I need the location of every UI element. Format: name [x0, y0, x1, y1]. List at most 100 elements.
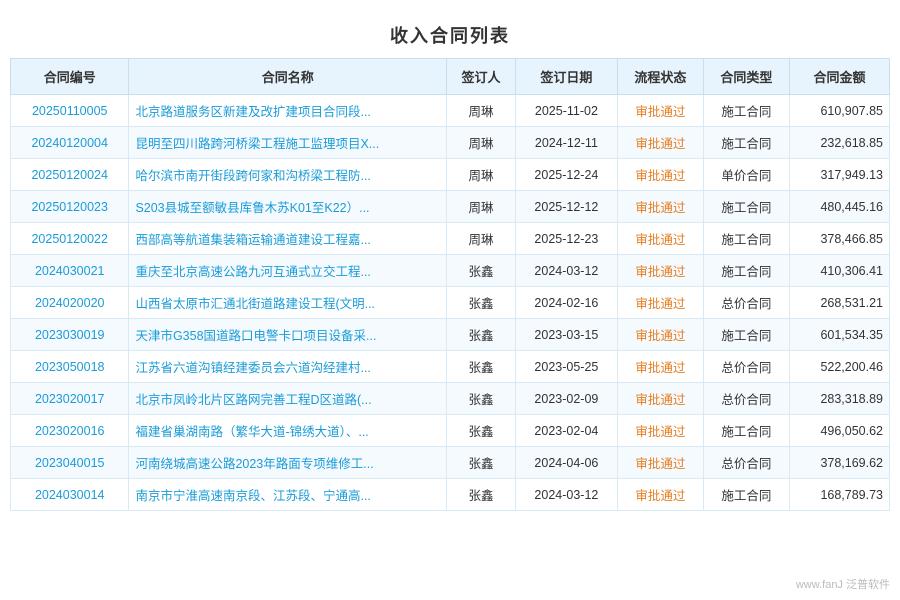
contract-type: 施工合同 [703, 127, 789, 159]
contract-name[interactable]: 昆明至四川路跨河桥梁工程施工监理项目X... [129, 127, 447, 159]
contract-name[interactable]: 天津市G358国道路口电警卡口项目设备采... [129, 319, 447, 351]
contract-name[interactable]: 福建省巢湖南路（繁华大道-锦绣大道）、... [129, 415, 447, 447]
contract-name[interactable]: 北京市凤岭北片区路网完善工程D区道路(... [129, 383, 447, 415]
contract-name[interactable]: 北京路道服务区新建及改扩建项目合同段... [129, 95, 447, 127]
contract-name[interactable]: S203县城至额敏县库鲁木苏K01至K22）... [129, 191, 447, 223]
contract-name[interactable]: 哈尔滨市南开街段跨何家和沟桥梁工程防... [129, 159, 447, 191]
contract-status: 审批通过 [617, 415, 703, 447]
contract-amount: 378,466.85 [789, 223, 889, 255]
contract-id[interactable]: 20250120023 [11, 191, 129, 223]
contract-amount: 601,534.35 [789, 319, 889, 351]
contract-id[interactable]: 20250120022 [11, 223, 129, 255]
contract-amount: 283,318.89 [789, 383, 889, 415]
contract-id[interactable]: 2023050018 [11, 351, 129, 383]
contract-signer: 周琳 [447, 223, 516, 255]
contract-status: 审批通过 [617, 287, 703, 319]
contract-date: 2025-12-23 [515, 223, 617, 255]
contract-id[interactable]: 20250120024 [11, 159, 129, 191]
contract-amount: 232,618.85 [789, 127, 889, 159]
contract-amount: 378,169.62 [789, 447, 889, 479]
table-row: 20250120024哈尔滨市南开街段跨何家和沟桥梁工程防...周琳2025-1… [11, 159, 890, 191]
contract-type: 施工合同 [703, 319, 789, 351]
contract-date: 2023-02-04 [515, 415, 617, 447]
contract-status: 审批通过 [617, 351, 703, 383]
contract-table: 合同编号 合同名称 签订人 签订日期 流程状态 合同类型 合同金额 202501… [10, 58, 890, 511]
table-row: 2023020017北京市凤岭北片区路网完善工程D区道路(...张鑫2023-0… [11, 383, 890, 415]
contract-date: 2024-02-16 [515, 287, 617, 319]
table-row: 20240120004昆明至四川路跨河桥梁工程施工监理项目X...周琳2024-… [11, 127, 890, 159]
contract-signer: 张鑫 [447, 351, 516, 383]
contract-amount: 410,306.41 [789, 255, 889, 287]
contract-name[interactable]: 山西省太原市汇通北街道路建设工程(文明... [129, 287, 447, 319]
table-row: 2024020020山西省太原市汇通北街道路建设工程(文明...张鑫2024-0… [11, 287, 890, 319]
col-id: 合同编号 [11, 59, 129, 95]
contract-status: 审批通过 [617, 191, 703, 223]
contract-amount: 496,050.62 [789, 415, 889, 447]
contract-id[interactable]: 2023020017 [11, 383, 129, 415]
contract-date: 2024-12-11 [515, 127, 617, 159]
watermark-text: www.fanJ [796, 579, 843, 591]
table-row: 2023040015河南绕城高速公路2023年路面专项维修工...张鑫2024-… [11, 447, 890, 479]
col-name: 合同名称 [129, 59, 447, 95]
table-header: 合同编号 合同名称 签订人 签订日期 流程状态 合同类型 合同金额 [11, 59, 890, 95]
contract-name[interactable]: 江苏省六道沟镇经建委员会六道沟经建村... [129, 351, 447, 383]
table-row: 20250110005北京路道服务区新建及改扩建项目合同段...周琳2025-1… [11, 95, 890, 127]
table-wrapper: 合同编号 合同名称 签订人 签订日期 流程状态 合同类型 合同金额 202501… [0, 58, 900, 511]
contract-type: 施工合同 [703, 479, 789, 511]
col-status: 流程状态 [617, 59, 703, 95]
table-row: 20250120023S203县城至额敏县库鲁木苏K01至K22）...周琳20… [11, 191, 890, 223]
contract-id[interactable]: 20250110005 [11, 95, 129, 127]
contract-status: 审批通过 [617, 95, 703, 127]
table-body: 20250110005北京路道服务区新建及改扩建项目合同段...周琳2025-1… [11, 95, 890, 511]
contract-type: 总价合同 [703, 447, 789, 479]
contract-id[interactable]: 2024030014 [11, 479, 129, 511]
contract-date: 2023-03-15 [515, 319, 617, 351]
contract-name[interactable]: 重庆至北京高速公路九河互通式立交工程... [129, 255, 447, 287]
contract-signer: 周琳 [447, 127, 516, 159]
footer-watermark: www.fanJ 泛普软件 [796, 576, 890, 592]
contract-status: 审批通过 [617, 319, 703, 351]
contract-id[interactable]: 2024030021 [11, 255, 129, 287]
contract-id[interactable]: 2024020020 [11, 287, 129, 319]
table-row: 2024030021重庆至北京高速公路九河互通式立交工程...张鑫2024-03… [11, 255, 890, 287]
contract-id[interactable]: 20240120004 [11, 127, 129, 159]
contract-date: 2025-12-24 [515, 159, 617, 191]
contract-type: 总价合同 [703, 351, 789, 383]
contract-type: 单价合同 [703, 159, 789, 191]
contract-type: 总价合同 [703, 383, 789, 415]
contract-signer: 张鑫 [447, 479, 516, 511]
contract-signer: 张鑫 [447, 319, 516, 351]
contract-signer: 张鑫 [447, 447, 516, 479]
contract-signer: 张鑫 [447, 287, 516, 319]
contract-name[interactable]: 西部高等航道集装箱运输通道建设工程嘉... [129, 223, 447, 255]
contract-amount: 480,445.16 [789, 191, 889, 223]
contract-status: 审批通过 [617, 255, 703, 287]
contract-status: 审批通过 [617, 159, 703, 191]
contract-status: 审批通过 [617, 479, 703, 511]
contract-amount: 268,531.21 [789, 287, 889, 319]
contract-name[interactable]: 河南绕城高速公路2023年路面专项维修工... [129, 447, 447, 479]
contract-date: 2023-05-25 [515, 351, 617, 383]
table-row: 2023020016福建省巢湖南路（繁华大道-锦绣大道）、...张鑫2023-0… [11, 415, 890, 447]
contract-signer: 周琳 [447, 95, 516, 127]
contract-id[interactable]: 2023040015 [11, 447, 129, 479]
contract-type: 施工合同 [703, 223, 789, 255]
contract-id[interactable]: 2023020016 [11, 415, 129, 447]
contract-amount: 317,949.13 [789, 159, 889, 191]
contract-signer: 张鑫 [447, 383, 516, 415]
contract-amount: 522,200.46 [789, 351, 889, 383]
page-title: 收入合同列表 [0, 10, 900, 58]
contract-date: 2025-12-12 [515, 191, 617, 223]
contract-status: 审批通过 [617, 383, 703, 415]
watermark-brand: 泛普软件 [846, 579, 890, 591]
contract-signer: 张鑫 [447, 415, 516, 447]
table-row: 2023050018江苏省六道沟镇经建委员会六道沟经建村...张鑫2023-05… [11, 351, 890, 383]
table-row: 20250120022西部高等航道集装箱运输通道建设工程嘉...周琳2025-1… [11, 223, 890, 255]
contract-name[interactable]: 南京市宁淮高速南京段、江苏段、宁通高... [129, 479, 447, 511]
contract-type: 施工合同 [703, 415, 789, 447]
page-container: 收入合同列表 合同编号 合同名称 签订人 签订日期 流程状态 合同类型 合同金额… [0, 0, 900, 600]
contract-date: 2024-03-12 [515, 255, 617, 287]
col-type: 合同类型 [703, 59, 789, 95]
contract-id[interactable]: 2023030019 [11, 319, 129, 351]
contract-type: 总价合同 [703, 287, 789, 319]
